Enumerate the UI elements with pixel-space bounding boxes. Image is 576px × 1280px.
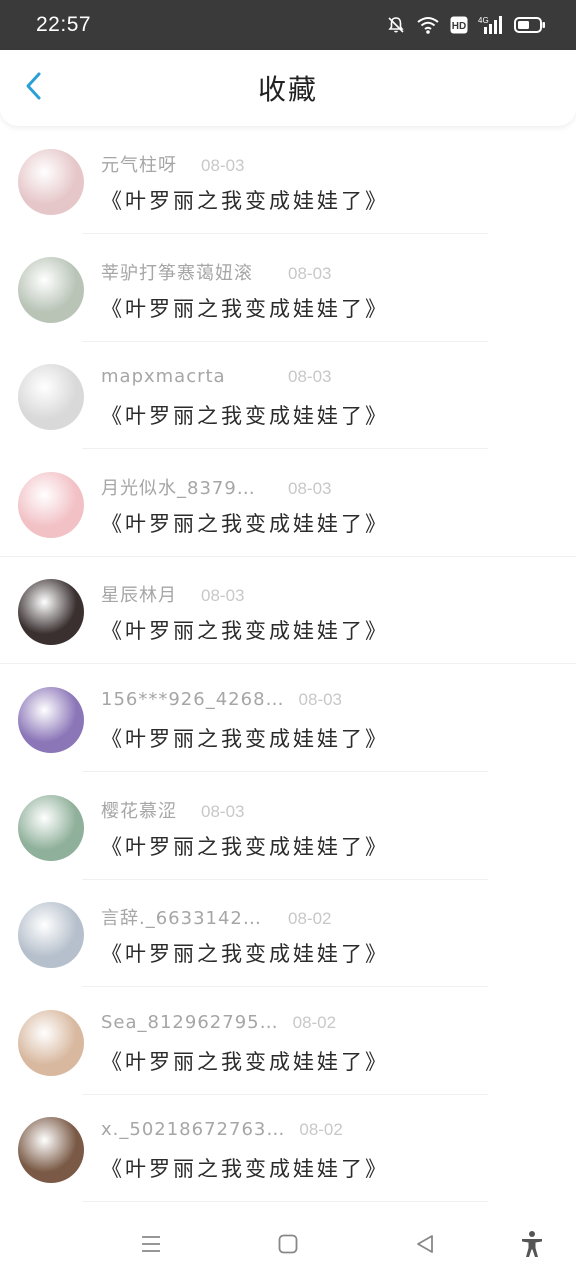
battery-icon [514, 16, 546, 34]
date: 08-03 [201, 801, 245, 821]
meta-row: 月光似水_8379… 08-03 [101, 474, 566, 502]
meta-row: 星辰林月 08-03 [101, 581, 566, 609]
username[interactable]: 樱花慕涩 [101, 797, 177, 823]
chevron-left-icon [23, 71, 45, 105]
username[interactable]: Sea_812962795… [101, 1012, 279, 1033]
username[interactable]: 156***926_4268… [101, 689, 285, 710]
item-text: x._50218672763… 08-02 《叶罗丽之我变成娃娃了》 [101, 1119, 566, 1183]
book-title[interactable]: 《叶罗丽之我变成娃娃了》 [101, 508, 566, 538]
avatar[interactable] [18, 256, 84, 323]
avatar[interactable] [18, 902, 84, 969]
username[interactable]: 莘驴打筝㥶蔼妞滚 [101, 259, 253, 285]
avatar[interactable] [18, 687, 84, 753]
book-title[interactable]: 《叶罗丽之我变成娃娃了》 [101, 293, 566, 323]
list-item[interactable]: x._50218672763… 08-02 《叶罗丽之我变成娃娃了》 [0, 1095, 576, 1203]
username[interactable]: 元气柱呀 [101, 151, 177, 177]
username[interactable]: 星辰林月 [101, 581, 177, 607]
book-title[interactable]: 《叶罗丽之我变成娃娃了》 [101, 1153, 566, 1183]
list-item[interactable]: 莘驴打筝㥶蔼妞滚 08-03 《叶罗丽之我变成娃娃了》 [0, 235, 576, 343]
avatar[interactable] [18, 1009, 84, 1076]
item-text: 元气柱呀 08-03 《叶罗丽之我变成娃娃了》 [101, 151, 566, 215]
date: 08-02 [292, 1012, 337, 1032]
accessibility-button[interactable] [514, 1228, 550, 1264]
wifi-icon [416, 15, 440, 35]
menu-button[interactable] [133, 1228, 169, 1264]
meta-row: mapxmacrta 08-03 [101, 366, 566, 394]
back-triangle-icon [413, 1232, 437, 1260]
meta-row: 莘驴打筝㥶蔼妞滚 08-03 [101, 259, 566, 287]
date: 08-03 [288, 478, 332, 498]
avatar[interactable] [18, 471, 84, 538]
date: 08-03 [298, 690, 343, 709]
book-title[interactable]: 《叶罗丽之我变成娃娃了》 [101, 400, 566, 430]
book-title[interactable]: 《叶罗丽之我变成娃娃了》 [101, 723, 566, 753]
avatar[interactable] [18, 579, 84, 646]
username[interactable]: 月光似水_8379… [101, 474, 256, 500]
status-icons: HD 4G [386, 15, 546, 35]
list-item[interactable]: 元气柱呀 08-03 《叶罗丽之我变成娃娃了》 [0, 127, 576, 235]
list-item[interactable]: 星辰林月 08-03 《叶罗丽之我变成娃娃了》 [0, 557, 576, 665]
divider [82, 1201, 488, 1203]
item-text: 月光似水_8379… 08-03 《叶罗丽之我变成娃娃了》 [101, 474, 566, 538]
username[interactable]: mapxmacrta [101, 366, 226, 387]
date: 08-03 [201, 156, 245, 175]
item-text: 星辰林月 08-03 《叶罗丽之我变成娃娃了》 [101, 581, 566, 645]
list-item[interactable]: 156***926_4268… 08-03 《叶罗丽之我变成娃娃了》 [0, 665, 576, 773]
meta-row: 元气柱呀 08-03 [101, 151, 566, 179]
item-text: mapxmacrta 08-03 《叶罗丽之我变成娃娃了》 [101, 366, 566, 430]
home-button[interactable] [270, 1228, 306, 1264]
list-item[interactable]: 樱花慕涩 08-03 《叶罗丽之我变成娃娃了》 [0, 773, 576, 881]
username[interactable]: x._50218672763… [101, 1119, 285, 1140]
menu-icon [139, 1232, 163, 1260]
list-item[interactable]: mapxmacrta 08-03 《叶罗丽之我变成娃娃了》 [0, 342, 576, 450]
avatar[interactable] [18, 1117, 84, 1184]
home-square-icon [276, 1232, 300, 1260]
item-text: 言辞._6633142… 08-02 《叶罗丽之我变成娃娃了》 [101, 904, 566, 968]
hd-icon-label: HD [452, 21, 466, 32]
page-title: 收藏 [257, 73, 318, 106]
book-title[interactable]: 《叶罗丽之我变成娃娃了》 [101, 1046, 566, 1076]
date: 08-02 [288, 909, 332, 929]
date: 08-03 [288, 263, 332, 283]
meta-row: x._50218672763… 08-02 [101, 1119, 566, 1147]
list-item[interactable]: 言辞._6633142… 08-02 《叶罗丽之我变成娃娃了》 [0, 880, 576, 988]
item-text: 樱花慕涩 08-03 《叶罗丽之我变成娃娃了》 [101, 797, 566, 861]
list-item[interactable]: 月光似水_8379… 08-03 《叶罗丽之我变成娃娃了》 [0, 450, 576, 558]
back-nav-button[interactable] [407, 1228, 443, 1264]
accessibility-icon [519, 1230, 545, 1262]
book-title[interactable]: 《叶罗丽之我变成娃娃了》 [101, 938, 566, 968]
item-text: 156***926_4268… 08-03 《叶罗丽之我变成娃娃了》 [101, 689, 566, 753]
username[interactable]: 言辞._6633142… [101, 904, 262, 930]
meta-row: 樱花慕涩 08-03 [101, 797, 566, 825]
signal-4g-label: 4G [478, 16, 489, 25]
item-text: Sea_812962795… 08-02 《叶罗丽之我变成娃娃了》 [101, 1012, 566, 1076]
header: 收藏 [0, 50, 576, 126]
book-title[interactable]: 《叶罗丽之我变成娃娃了》 [101, 185, 566, 215]
avatar[interactable] [18, 794, 84, 861]
meta-row: 言辞._6633142… 08-02 [101, 904, 566, 932]
item-text: 莘驴打筝㥶蔼妞滚 08-03 《叶罗丽之我变成娃娃了》 [101, 259, 566, 323]
meta-row: Sea_812962795… 08-02 [101, 1012, 566, 1040]
signal-4g-icon: 4G [478, 15, 504, 35]
avatar[interactable] [18, 149, 84, 215]
book-title[interactable]: 《叶罗丽之我变成娃娃了》 [101, 831, 566, 861]
avatar[interactable] [18, 364, 84, 431]
list-item[interactable]: Sea_812962795… 08-02 《叶罗丽之我变成娃娃了》 [0, 988, 576, 1096]
date: 08-03 [201, 586, 245, 606]
meta-row: 156***926_4268… 08-03 [101, 689, 566, 717]
hd-icon: HD [450, 16, 468, 34]
mute-bell-icon [386, 15, 406, 35]
book-title[interactable]: 《叶罗丽之我变成娃娃了》 [101, 615, 566, 645]
back-button[interactable] [14, 68, 54, 108]
date: 08-02 [299, 1120, 343, 1140]
navigation-bar [0, 1208, 576, 1280]
status-bar: 22:57 HD 4G [0, 0, 576, 50]
status-time: 22:57 [36, 13, 92, 36]
date: 08-03 [288, 367, 332, 387]
